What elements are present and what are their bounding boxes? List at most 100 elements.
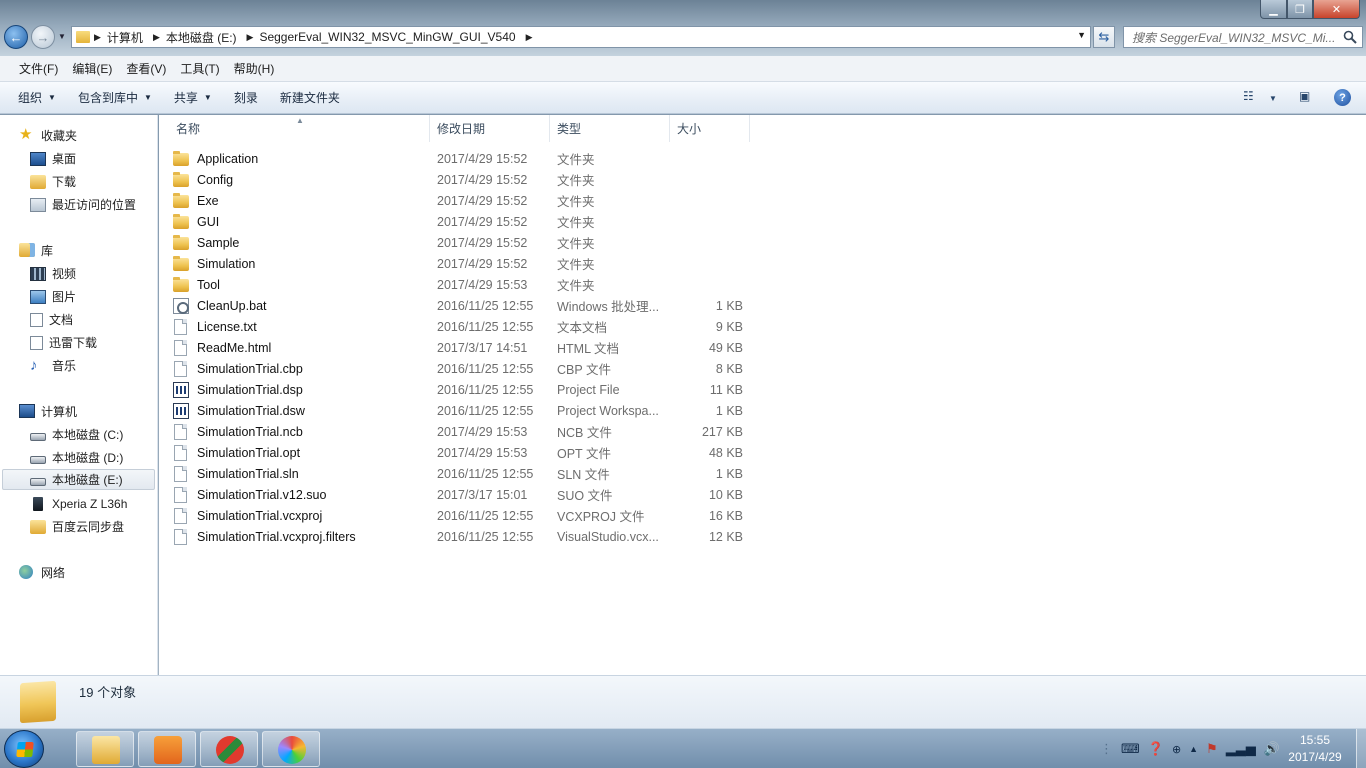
file-size: 8 KB — [715, 361, 743, 376]
wifi-signal-icon[interactable]: ▂▃▅ — [1226, 741, 1256, 757]
chevron-right-icon[interactable]: ▶ — [526, 32, 533, 43]
taskbar-picture-viewer-button[interactable] — [262, 731, 320, 767]
file-row[interactable]: Exe 2017/4/29 15:52 文件夹 — [173, 190, 753, 211]
back-button[interactable]: ← — [4, 25, 28, 49]
nav-network[interactable]: 网络 — [19, 562, 65, 582]
file-row[interactable]: License.txt 2016/11/25 12:55 文本文档 9 KB — [173, 316, 753, 337]
nav-item-baidu-cloud[interactable]: 百度云同步盘 — [0, 516, 156, 537]
nav-favorites[interactable]: ★ 收藏夹 — [19, 125, 77, 145]
nav-libraries[interactable]: 库 — [19, 240, 53, 260]
new-folder-button[interactable]: 新建文件夹 — [272, 89, 348, 106]
chevron-right-icon[interactable]: ▶ — [247, 32, 254, 43]
file-name: SimulationTrial.dsp — [197, 382, 303, 397]
nav-item-downloads[interactable]: 下载 — [0, 171, 156, 192]
folder-icon — [76, 31, 90, 43]
nav-item-xperia[interactable]: Xperia Z L36h — [0, 493, 156, 514]
nav-item-thunder-downloads[interactable]: 迅雷下载 — [0, 332, 156, 353]
close-button[interactable]: ✕ — [1313, 0, 1360, 19]
nav-item-pictures[interactable]: 图片 — [0, 286, 156, 307]
column-header-size[interactable]: 大小 — [670, 115, 750, 142]
menu-edit[interactable]: 编辑(E) — [65, 60, 119, 77]
view-options-icon[interactable]: ☷ — [1243, 89, 1254, 103]
column-header-name[interactable]: 名称 ▲ — [159, 115, 430, 142]
preview-pane-icon[interactable]: ▣ — [1299, 89, 1310, 103]
share-button[interactable]: 共享 ▼ — [166, 89, 220, 106]
network-tray-icon[interactable]: ⊕ — [1172, 743, 1181, 756]
file-name: SimulationTrial.cbp — [197, 361, 303, 376]
file-type: VisualStudio.vcx... — [557, 529, 659, 544]
breadcrumb-drive-e[interactable]: 本地磁盘 (E:) — [166, 29, 237, 46]
menu-file[interactable]: 文件(F) — [12, 60, 65, 77]
volume-icon[interactable]: 🔊 — [1264, 741, 1280, 757]
taskbar-segger-button[interactable] — [200, 731, 258, 767]
nav-item-label: 本地磁盘 (E:) — [52, 473, 123, 487]
nav-item-recent-places[interactable]: 最近访问的位置 — [0, 194, 156, 215]
file-row[interactable]: ReadMe.html 2017/3/17 14:51 HTML 文档 49 KB — [173, 337, 753, 358]
forward-button[interactable]: → — [31, 25, 55, 49]
help-tray-icon[interactable]: ❓ — [1148, 741, 1164, 757]
recent-pages-dropdown[interactable]: ▼ — [58, 32, 66, 41]
search-icon[interactable] — [1342, 29, 1358, 45]
search-input[interactable]: 搜索 SeggerEval_WIN32_MSVC_Mi... — [1123, 26, 1363, 48]
file-row[interactable]: Simulation 2017/4/29 15:52 文件夹 — [173, 253, 753, 274]
organize-button[interactable]: 组织 ▼ — [10, 89, 64, 106]
file-row[interactable]: CleanUp.bat 2016/11/25 12:55 Windows 批处理..… — [173, 295, 753, 316]
nav-item-music[interactable]: ♪ 音乐 — [0, 355, 156, 376]
burn-button[interactable]: 刻录 — [226, 89, 266, 106]
column-header-type[interactable]: 类型 — [550, 115, 670, 142]
minimize-button[interactable]: ▁ — [1260, 0, 1287, 19]
file-date: 2017/4/29 15:53 — [437, 277, 528, 292]
refresh-button[interactable]: ⇆ — [1093, 26, 1115, 48]
action-center-icon[interactable]: ⚑ — [1206, 741, 1218, 757]
file-row[interactable]: SimulationTrial.cbp 2016/11/25 12:55 CBP 文… — [173, 358, 753, 379]
chevron-right-icon[interactable]: ▶ — [153, 32, 160, 43]
nav-item-documents[interactable]: 文档 — [0, 309, 156, 330]
address-bar[interactable]: ▶ 计算机 ▶ 本地磁盘 (E:) ▶ SeggerEval_WIN32_MSV… — [71, 26, 1091, 48]
file-row[interactable]: SimulationTrial.opt 2017/4/29 15:53 OPT 文件… — [173, 442, 753, 463]
include-in-library-button[interactable]: 包含到库中 ▼ — [70, 89, 160, 106]
file-row[interactable]: Application 2017/4/29 15:52 文件夹 — [173, 148, 753, 169]
file-row[interactable]: SimulationTrial.sln 2016/11/25 12:55 SLN 文… — [173, 463, 753, 484]
taskbar-foxit-pdf-button[interactable] — [138, 731, 196, 767]
show-desktop-button[interactable] — [1356, 729, 1366, 768]
nav-item-videos[interactable]: 视频 — [0, 263, 156, 284]
chevron-right-icon[interactable]: ▶ — [94, 32, 101, 43]
help-icon[interactable]: ? — [1334, 89, 1351, 106]
breadcrumb-computer[interactable]: 计算机 — [107, 29, 143, 46]
breadcrumb-current-folder[interactable]: SeggerEval_WIN32_MSVC_MinGW_GUI_V540 — [259, 30, 515, 44]
chevron-down-icon[interactable]: ▼ — [1269, 94, 1277, 103]
start-button[interactable] — [4, 730, 44, 768]
file-date: 2016/11/25 12:55 — [437, 361, 534, 376]
file-row[interactable]: SimulationTrial.v12.suo 2017/3/17 15:01 SU… — [173, 484, 753, 505]
file-row[interactable]: GUI 2017/4/29 15:52 文件夹 — [173, 211, 753, 232]
file-row[interactable]: Config 2017/4/29 15:52 文件夹 — [173, 169, 753, 190]
file-row[interactable]: SimulationTrial.dsw 2016/11/25 12:55 Proje… — [173, 400, 753, 421]
maximize-button[interactable]: ❐ — [1287, 0, 1313, 19]
file-row[interactable]: SimulationTrial.vcxproj 2016/11/25 12:55 V… — [173, 505, 753, 526]
refresh-icon: ⇆ — [1098, 29, 1110, 44]
file-row[interactable]: Sample 2017/4/29 15:52 文件夹 — [173, 232, 753, 253]
file-name: Exe — [197, 193, 219, 208]
nav-item-drive-d[interactable]: 本地磁盘 (D:) — [0, 447, 156, 468]
menu-view[interactable]: 查看(V) — [119, 60, 173, 77]
nav-item-drive-c[interactable]: 本地磁盘 (C:) — [0, 424, 156, 445]
file-row[interactable]: Tool 2017/4/29 15:53 文件夹 — [173, 274, 753, 295]
taskbar-explorer-button[interactable] — [76, 731, 134, 767]
file-row[interactable]: SimulationTrial.ncb 2017/4/29 15:53 NCB 文件… — [173, 421, 753, 442]
explorer-folder-icon — [92, 736, 120, 764]
file-date: 2016/11/25 12:55 — [437, 382, 534, 397]
column-header-date[interactable]: 修改日期 — [430, 115, 550, 142]
menu-help[interactable]: 帮助(H) — [227, 60, 282, 77]
file-date: 2016/11/25 12:55 — [437, 298, 534, 313]
file-row[interactable]: SimulationTrial.vcxproj.filters 2016/11/2… — [173, 526, 753, 547]
nav-item-drive-e[interactable]: 本地磁盘 (E:) — [2, 469, 155, 490]
nav-item-desktop[interactable]: 桌面 — [0, 148, 156, 169]
nav-computer[interactable]: 计算机 — [19, 401, 77, 421]
show-hidden-icons-icon[interactable]: ▲ — [1189, 744, 1198, 754]
file-row[interactable]: SimulationTrial.dsp 2016/11/25 12:55 Proje… — [173, 379, 753, 400]
chevron-down-icon: ▼ — [143, 93, 152, 102]
address-history-dropdown[interactable]: ▼ — [1077, 30, 1086, 40]
clock[interactable]: 15:55 2017/4/29 — [1280, 732, 1350, 766]
menu-tools[interactable]: 工具(T) — [173, 60, 226, 77]
keyboard-icon[interactable]: ⌨ — [1121, 741, 1140, 757]
